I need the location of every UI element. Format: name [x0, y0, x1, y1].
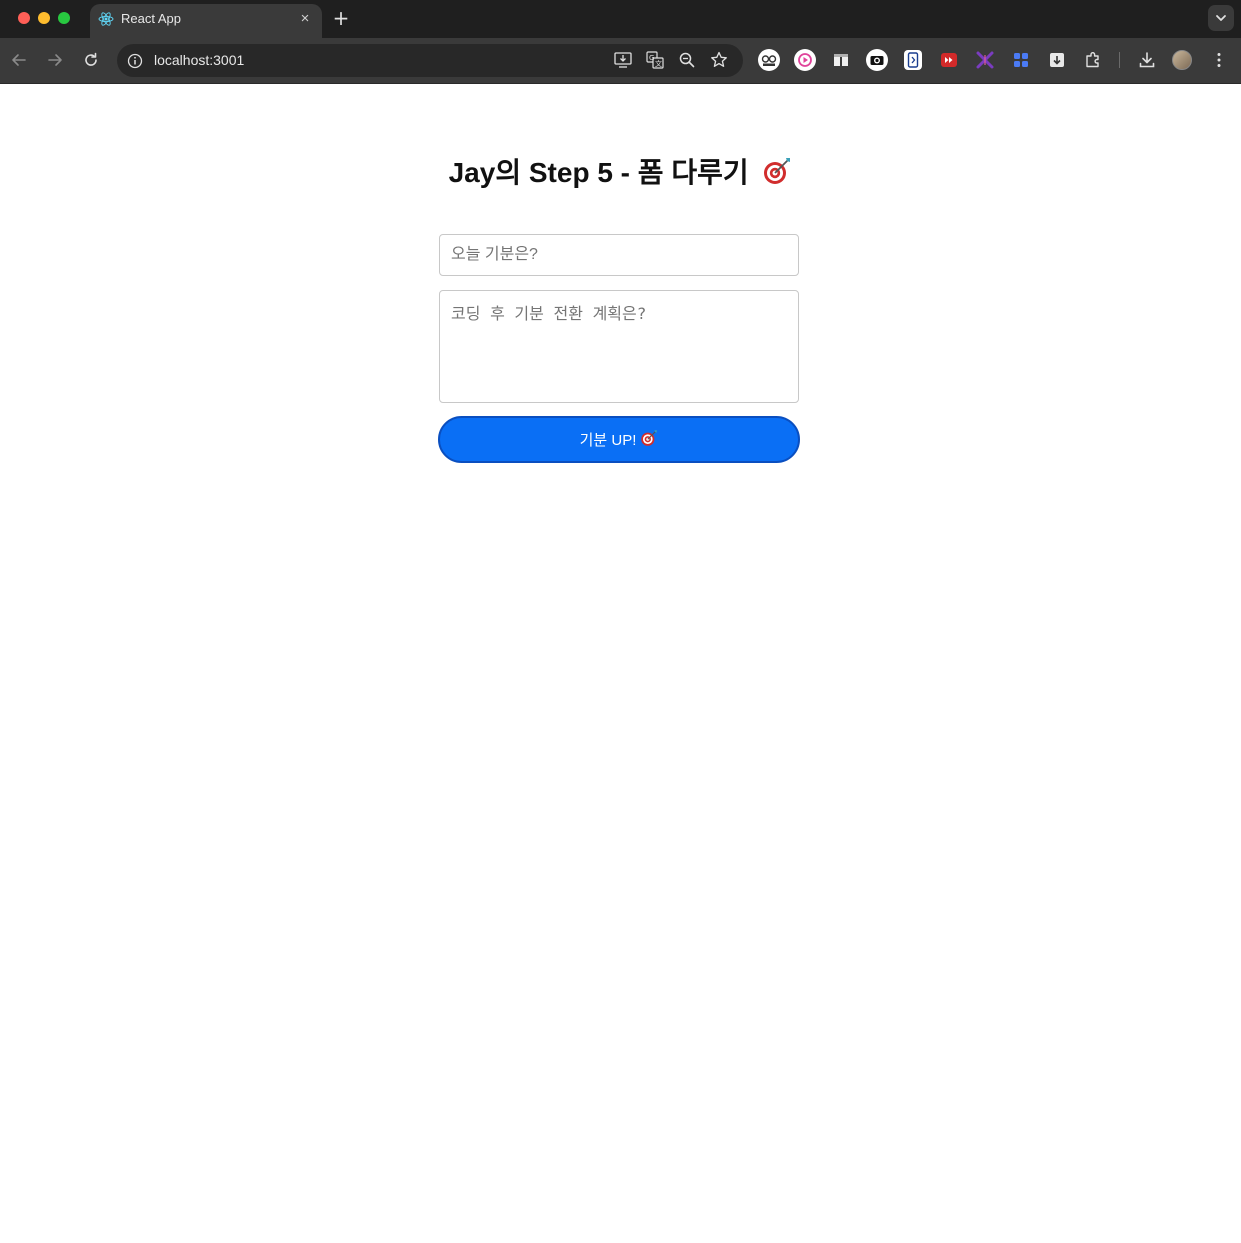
- svg-text:文: 文: [655, 59, 662, 68]
- page-title: Jay의 Step 5 - 폼 다루기: [0, 151, 1241, 193]
- camera-extension-icon[interactable]: [866, 49, 888, 71]
- chevron-down-icon: [1208, 15, 1234, 35]
- info-icon[interactable]: [125, 51, 145, 71]
- page-title-text: Jay의 Step 5 - 폼 다루기: [448, 157, 749, 188]
- forward-arrow-icon[interactable]: [44, 49, 66, 71]
- page-content: Jay의 Step 5 - 폼 다루기 기분 UP!: [0, 85, 1241, 1243]
- install-app-icon[interactable]: [613, 50, 633, 70]
- url-text[interactable]: localhost:3001: [154, 52, 244, 68]
- window-maximize-button[interactable]: [58, 12, 70, 24]
- kebab-menu-icon[interactable]: [1208, 49, 1230, 71]
- phone-extension-icon[interactable]: [902, 49, 924, 71]
- mood-input[interactable]: [439, 234, 799, 276]
- download-icon[interactable]: [1136, 49, 1158, 71]
- purple-x-extension-icon[interactable]: [974, 49, 996, 71]
- translate-icon[interactable]: G文: [645, 50, 665, 70]
- avatar[interactable]: [1172, 50, 1192, 70]
- download-box-extension-icon[interactable]: [1046, 49, 1068, 71]
- mood-up-button-label: 기분 UP!: [579, 432, 637, 449]
- browser-titlebar: React App × +: [0, 0, 1241, 38]
- mood-up-button[interactable]: 기분 UP!: [438, 416, 800, 463]
- browser-toolbar: localhost:3001 G文: [0, 38, 1241, 84]
- red-forward-extension-icon[interactable]: [938, 49, 960, 71]
- tab-title: React App: [121, 11, 181, 26]
- pink-play-extension-icon[interactable]: [794, 49, 816, 71]
- new-tab-button[interactable]: +: [330, 7, 352, 29]
- blue-grid-extension-icon[interactable]: [1010, 49, 1032, 71]
- plan-textarea[interactable]: [439, 290, 799, 403]
- panel-extension-icon[interactable]: [830, 49, 852, 71]
- target-icon: [762, 156, 792, 193]
- back-arrow-icon[interactable]: [8, 49, 30, 71]
- zoom-icon[interactable]: [677, 50, 697, 70]
- reload-icon[interactable]: [80, 49, 102, 71]
- address-bar[interactable]: localhost:3001 G文: [117, 44, 743, 77]
- owl-extension-icon[interactable]: [758, 49, 780, 71]
- star-icon[interactable]: [709, 50, 729, 70]
- react-logo-icon: [98, 11, 114, 27]
- browser-tab[interactable]: React App ×: [90, 4, 322, 38]
- tab-search-button[interactable]: [1208, 5, 1234, 31]
- close-icon[interactable]: ×: [296, 10, 314, 28]
- target-icon: [640, 429, 658, 451]
- svg-text:G: G: [649, 54, 654, 62]
- toolbar-divider: [1119, 52, 1120, 68]
- window-close-button[interactable]: [18, 12, 30, 24]
- window-minimize-button[interactable]: [38, 12, 50, 24]
- puzzle-extensions-icon[interactable]: [1082, 49, 1104, 71]
